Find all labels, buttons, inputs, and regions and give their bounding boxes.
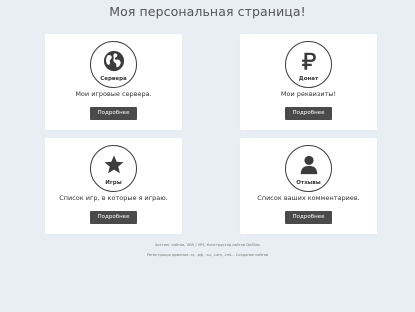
games-badge[interactable]: Игры	[90, 145, 137, 192]
servers-more-button[interactable]: Подробнее	[90, 107, 137, 120]
circle-label: Отзывы	[296, 180, 321, 186]
user-icon	[300, 155, 317, 175]
reviews-more-button[interactable]: Подробнее	[285, 211, 332, 224]
donate-badge[interactable]: Донат	[285, 41, 332, 88]
card-description: Список ваших комментариев.	[257, 194, 360, 202]
donate-more-button[interactable]: Подробнее	[285, 107, 332, 120]
card-games: Игры Список игр, в которые я играю. Подр…	[45, 138, 182, 234]
reviews-badge[interactable]: Отзывы	[285, 145, 332, 192]
globe-icon	[103, 50, 124, 72]
card-description: Список игр, в которые я играю.	[59, 194, 168, 202]
footer-hosting-link[interactable]: Хостинг сайтов, VDS / VPS, Конструктор с…	[0, 243, 415, 247]
servers-badge[interactable]: Сервера	[90, 41, 137, 88]
card-description: Мои реквизиты!	[280, 90, 337, 98]
card-reviews: Отзывы Список ваших комментариев. Подроб…	[240, 138, 377, 234]
card-servers: Сервера Мои игровые сервера. Подробнее	[45, 34, 182, 130]
games-more-button[interactable]: Подробнее	[90, 211, 137, 224]
page-title: Моя персональная страница!	[109, 4, 306, 19]
circle-label: Игры	[105, 180, 122, 186]
ruble-icon	[301, 52, 316, 70]
card-description: Мои игровые сервера.	[75, 90, 152, 98]
footer-domains-link[interactable]: Регистрация доменов .ru, .рф, .su, .com,…	[0, 253, 415, 257]
card-donate: Донат Мои реквизиты! Подробнее	[240, 34, 377, 130]
circle-label: Сервера	[100, 76, 127, 82]
circle-label: Донат	[298, 76, 319, 82]
star-icon	[104, 155, 123, 174]
